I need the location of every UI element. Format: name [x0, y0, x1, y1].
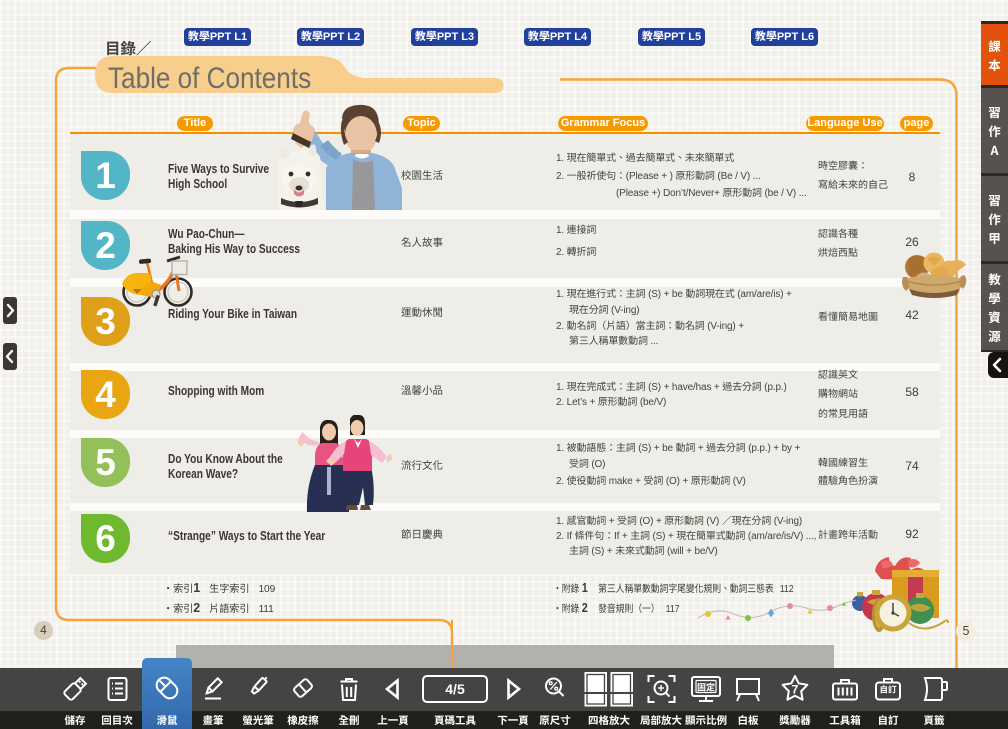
svg-text:自訂: 自訂 — [879, 684, 897, 696]
svg-text:固定: 固定 — [697, 681, 715, 694]
svg-text:4/5: 4/5 — [445, 681, 465, 697]
svg-text:7: 7 — [792, 683, 799, 697]
